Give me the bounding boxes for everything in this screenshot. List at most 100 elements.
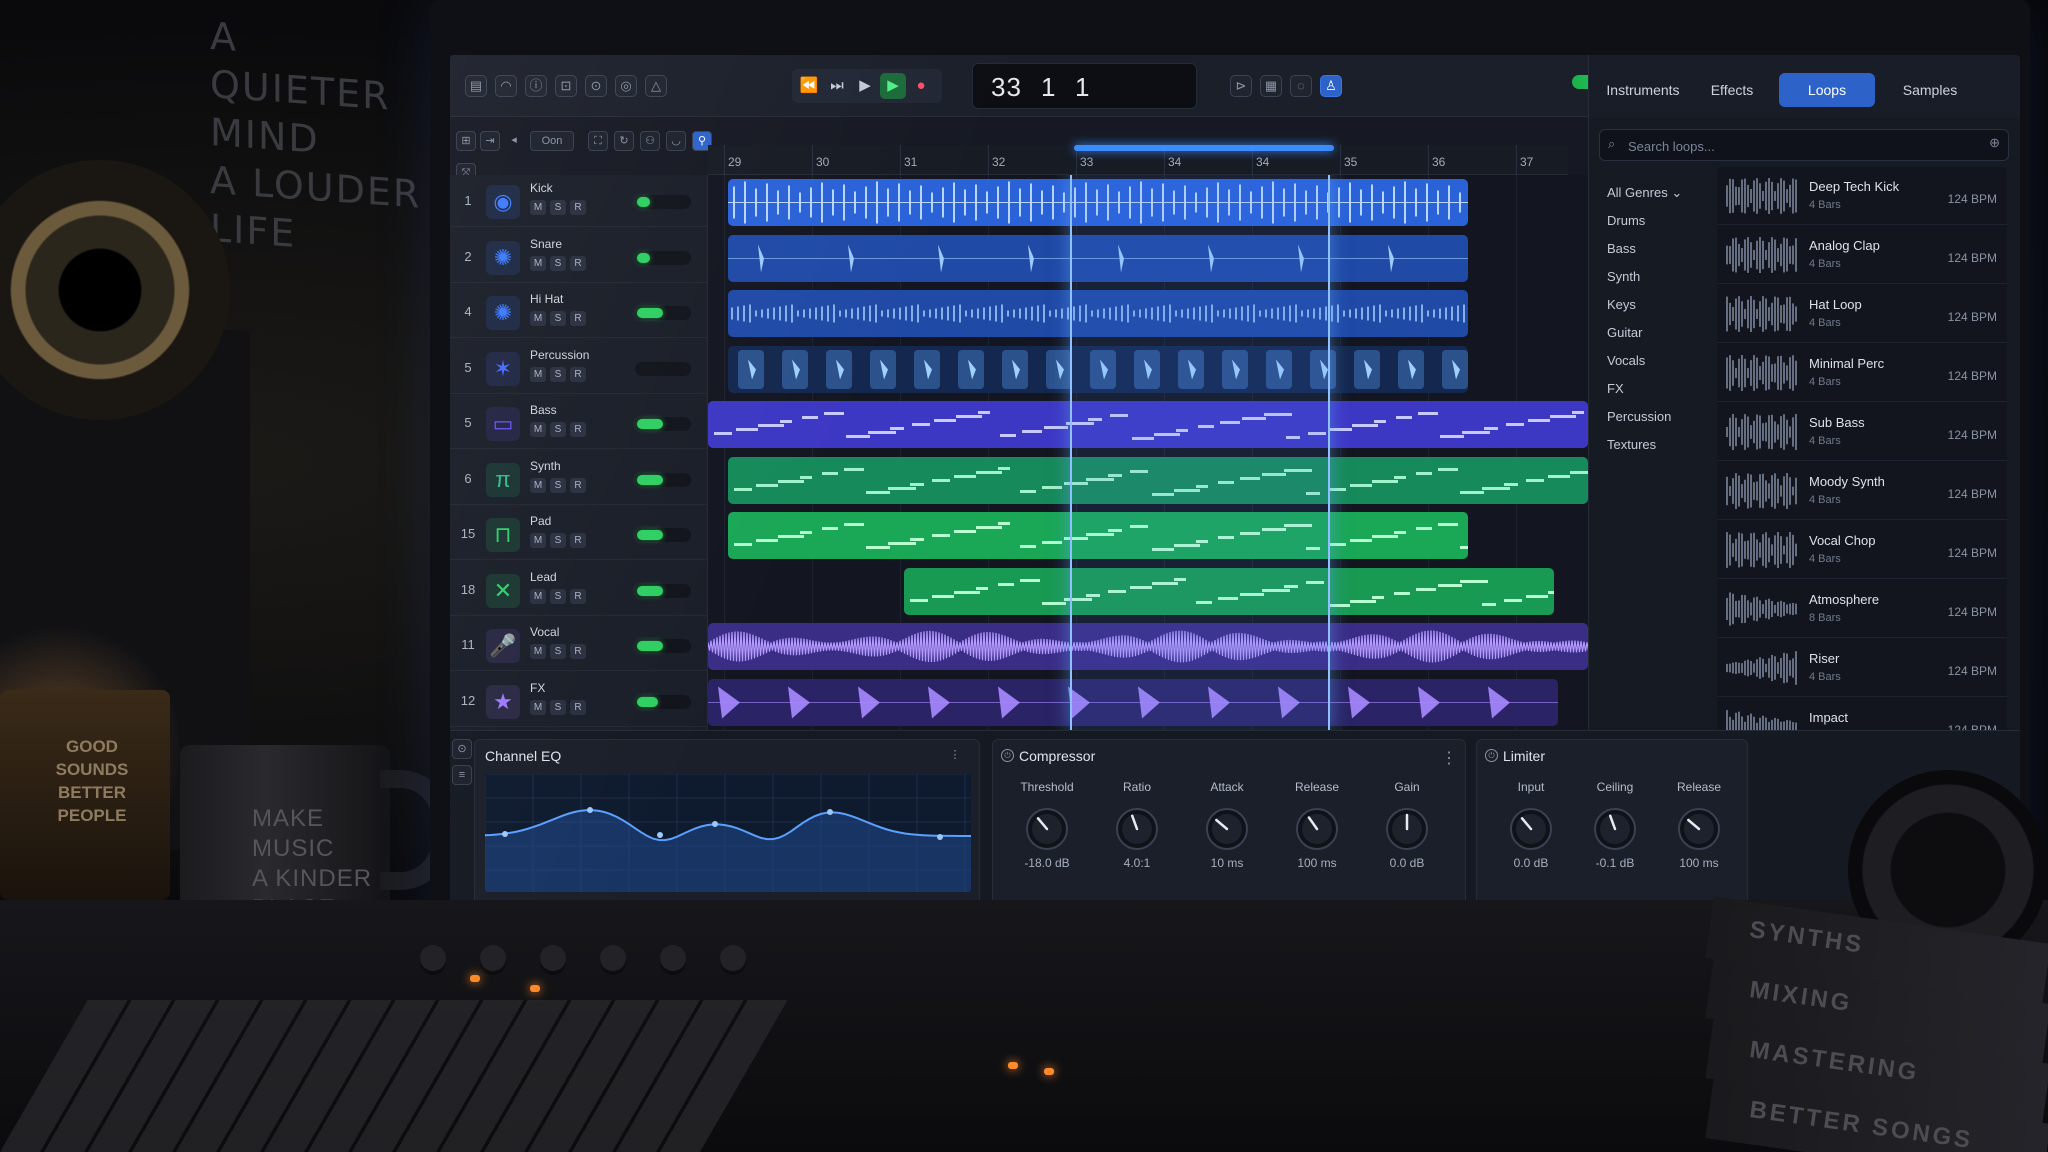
track-volume-slider[interactable] — [635, 694, 691, 709]
mute-button[interactable]: M — [530, 533, 546, 548]
loop-item[interactable]: Atmosphere 8 Bars 124 BPM — [1717, 580, 2007, 638]
fullscreen-icon[interactable]: ⛶ — [588, 131, 608, 151]
genre-item[interactable]: Percussion — [1607, 409, 1671, 424]
loop-item[interactable]: Vocal Chop 4 Bars 124 BPM — [1717, 521, 2007, 579]
loop-icon[interactable]: ↻ — [614, 131, 634, 151]
cycle-icon[interactable]: ⊳ — [1230, 75, 1252, 97]
genre-item[interactable]: Drums — [1607, 213, 1645, 228]
record-arm-button[interactable]: R — [570, 311, 586, 326]
rewind-icon[interactable]: ⏪ — [796, 73, 822, 99]
solo-button[interactable]: S — [550, 644, 566, 659]
track-row[interactable]: 4 ✺ Hi Hat M S R — [450, 286, 708, 338]
mixer-icon[interactable]: ⊙ — [585, 75, 607, 97]
search-input[interactable] — [1628, 136, 1968, 156]
loop-item[interactable]: Analog Clap 4 Bars 124 BPM — [1717, 226, 2007, 284]
genre-item[interactable]: Synth — [1607, 269, 1640, 284]
panel-list-icon[interactable]: ≡ — [452, 765, 472, 785]
record-arm-button[interactable]: R — [570, 699, 586, 715]
eq-menu-icon[interactable]: ⋮ — [945, 746, 965, 766]
track-row[interactable]: 5 ✶ Percussion M S R — [450, 342, 708, 394]
genre-item[interactable]: Keys — [1607, 297, 1636, 312]
track-row[interactable]: 11 🎤 Vocal M S R — [450, 619, 708, 671]
solo-button[interactable]: S — [550, 699, 566, 715]
loop-item[interactable]: Sub Bass 4 Bars 124 BPM — [1717, 403, 2007, 461]
track-volume-slider[interactable] — [635, 417, 691, 431]
bell-icon[interactable]: ◠ — [495, 75, 517, 97]
loop-item[interactable]: Deep Tech Kick 4 Bars 124 BPM — [1717, 167, 2007, 225]
arrangement-area[interactable] — [708, 175, 1588, 730]
mute-button[interactable]: M — [530, 588, 546, 604]
track-row[interactable]: 18 ✕ Lead M S R — [450, 564, 708, 616]
play-icon[interactable]: ▶ — [852, 73, 878, 99]
track-row[interactable]: 15 ⊓ Pad M S R — [450, 508, 708, 560]
mute-button[interactable]: M — [530, 644, 546, 659]
limiter-power-icon[interactable]: ⏻ — [1485, 749, 1498, 762]
record-icon[interactable]: ● — [908, 73, 934, 99]
tool-select[interactable]: Oon — [530, 131, 574, 151]
record-arm-button[interactable]: R — [570, 588, 586, 604]
record-arm-button[interactable]: R — [570, 533, 586, 548]
rotary-knob[interactable] — [1508, 806, 1554, 852]
tab-instruments[interactable]: Instruments — [1601, 73, 1685, 107]
track-volume-slider[interactable] — [635, 306, 691, 320]
add-track-icon[interactable]: ⊞ — [456, 131, 476, 151]
compressor-menu-icon[interactable]: ⋮ — [1441, 748, 1457, 768]
people-icon[interactable]: ⚇ — [640, 131, 660, 151]
track-row[interactable]: 1 ◉ Kick M S R — [450, 175, 708, 227]
mute-button[interactable]: M — [530, 200, 546, 215]
metronome-icon[interactable]: ♙ — [1320, 75, 1342, 97]
play-active-icon[interactable]: ▶ — [880, 73, 906, 99]
timeline-ruler[interactable]: 29 30 31 32 33 34 34 35 36 37 — [708, 145, 1568, 175]
solo-button[interactable]: S — [550, 200, 566, 215]
genre-item[interactable]: Bass — [1607, 241, 1636, 256]
rotary-knob[interactable] — [1294, 806, 1340, 852]
track-row[interactable]: 2 ✺ Snare M S R — [450, 231, 708, 283]
compressor-power-icon[interactable]: ⏻ — [1001, 749, 1014, 762]
mute-button[interactable]: M — [530, 255, 546, 271]
genre-filter-all[interactable]: All Genres ⌄ — [1607, 185, 1682, 201]
rotary-knob[interactable] — [1204, 806, 1250, 852]
track-volume-slider[interactable] — [635, 472, 691, 487]
record-arm-button[interactable]: R — [570, 422, 586, 437]
notes-icon[interactable]: △ — [645, 75, 667, 97]
genre-item[interactable]: Vocals — [1607, 353, 1645, 368]
record-arm-button[interactable]: R — [570, 644, 586, 659]
genre-item[interactable]: FX — [1607, 381, 1624, 396]
loop-range-handle[interactable] — [1074, 145, 1334, 151]
solo-button[interactable]: S — [550, 533, 566, 548]
rotary-knob[interactable] — [1592, 806, 1638, 852]
loop-item[interactable]: Moody Synth 4 Bars 124 BPM — [1717, 462, 2007, 520]
mute-button[interactable]: M — [530, 311, 546, 326]
tuner-icon[interactable]: ▦ — [1260, 75, 1282, 97]
tab-effects[interactable]: Effects — [1697, 73, 1767, 107]
solo-button[interactable]: S — [550, 311, 566, 326]
track-volume-slider[interactable] — [635, 583, 691, 598]
panel-power-icon[interactable]: ⊙ — [452, 739, 472, 759]
info-icon[interactable]: ⓘ — [525, 75, 547, 97]
rotary-knob[interactable] — [1676, 806, 1722, 852]
tab-loops[interactable]: Loops — [1779, 73, 1875, 107]
loop-item[interactable]: Riser 4 Bars 124 BPM — [1717, 639, 2007, 697]
solo-button[interactable]: S — [550, 477, 566, 493]
mute-button[interactable]: M — [530, 477, 546, 493]
record-arm-button[interactable]: R — [570, 366, 586, 382]
solo-button[interactable]: S — [550, 255, 566, 271]
record-arm-button[interactable]: R — [570, 477, 586, 493]
record-arm-button[interactable]: R — [570, 255, 586, 271]
genre-item[interactable]: Guitar — [1607, 325, 1642, 340]
solo-button[interactable]: S — [550, 588, 566, 604]
solo-button[interactable]: S — [550, 422, 566, 437]
headphones-icon[interactable]: ◡ — [666, 131, 686, 151]
track-volume-slider[interactable] — [635, 528, 691, 542]
track-volume-slider[interactable] — [635, 250, 691, 265]
back-icon[interactable]: ◂ — [504, 131, 524, 151]
mute-button[interactable]: M — [530, 422, 546, 437]
track-row[interactable]: 5 ▭ Bass M S R — [450, 397, 708, 449]
skip-forward-icon[interactable]: ⏭ — [824, 73, 850, 99]
track-volume-slider[interactable] — [635, 361, 691, 376]
mute-button[interactable]: M — [530, 366, 546, 382]
genre-item[interactable]: Textures — [1607, 437, 1656, 452]
mute-button[interactable]: M — [530, 699, 546, 715]
add-circle-icon[interactable]: ⊕ — [1989, 135, 2000, 151]
plugin-icon[interactable]: ◎ — [615, 75, 637, 97]
